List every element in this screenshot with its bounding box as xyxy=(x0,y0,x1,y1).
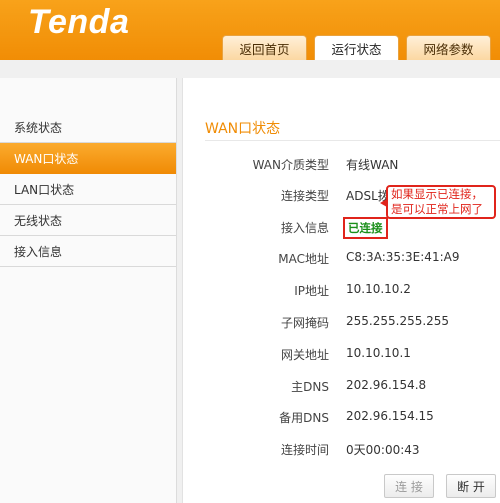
info-row-uptime: 连接时间 0天00:00:43 xyxy=(183,439,500,459)
row-value: 0天00:00:43 xyxy=(346,443,420,457)
info-row-wan-media: WAN介质类型 有线WAN xyxy=(183,154,500,174)
disconnect-button[interactable]: 断 开 xyxy=(446,474,496,498)
row-label: 网关地址 xyxy=(280,348,329,362)
annotation-line-2: 是可以正常上网了 xyxy=(391,202,483,216)
top-nav-tabs: 返回首页 运行状态 网络参数 xyxy=(222,35,491,60)
sidebar-item-system-status[interactable]: 系统状态 xyxy=(0,112,176,143)
row-value: C8:3A:35:3E:41:A9 xyxy=(346,250,460,264)
row-value: 202.96.154.15 xyxy=(346,409,434,423)
connect-button[interactable]: 连 接 xyxy=(384,474,434,498)
info-row-mac: MAC地址 C8:3A:35:3E:41:A9 xyxy=(183,248,500,268)
sidebar-item-wan-status[interactable]: WAN口状态 xyxy=(0,143,176,174)
panel-title: WAN口状态 xyxy=(205,121,281,137)
row-value: 10.10.10.2 xyxy=(346,282,411,296)
row-value: 255.255.255.255 xyxy=(346,314,450,328)
row-label: 连接类型 xyxy=(280,189,329,203)
row-label: 主DNS xyxy=(291,380,329,394)
row-label: MAC地址 xyxy=(278,252,329,266)
row-label: 备用DNS xyxy=(279,411,329,425)
row-value: 10.10.10.1 xyxy=(346,346,411,360)
info-row-access-info: 接入信息 已连接 xyxy=(183,217,500,239)
info-row-ip: IP地址 10.10.10.2 xyxy=(183,280,500,300)
info-row-gateway: 网关地址 10.10.10.1 xyxy=(183,344,500,364)
sidebar-item-wireless-status[interactable]: 无线状态 xyxy=(0,205,176,236)
row-value: 有线WAN xyxy=(346,158,399,172)
row-label: IP地址 xyxy=(294,284,329,298)
info-row-primary-dns: 主DNS 202.96.154.8 xyxy=(183,376,500,396)
annotation-callout: 如果显示已连接， 是可以正常上网了 xyxy=(386,185,496,219)
header-bar: Tenda 返回首页 运行状态 网络参数 xyxy=(0,0,500,60)
annotation-line-1: 如果显示已连接， xyxy=(391,187,483,201)
info-row-backup-dns: 备用DNS 202.96.154.15 xyxy=(183,407,500,427)
tab-network-params[interactable]: 网络参数 xyxy=(406,35,491,60)
info-row-subnet: 子网掩码 255.255.255.255 xyxy=(183,312,500,332)
title-divider xyxy=(205,140,500,141)
row-label: 连接时间 xyxy=(280,443,329,457)
tab-running-status[interactable]: 运行状态 xyxy=(314,35,399,60)
tab-home[interactable]: 返回首页 xyxy=(222,35,307,60)
row-value: 202.96.154.8 xyxy=(346,378,427,392)
tenda-logo: Tenda xyxy=(28,3,130,41)
sidebar-item-access-info[interactable]: 接入信息 xyxy=(0,236,176,267)
sidebar-item-lan-status[interactable]: LAN口状态 xyxy=(0,174,176,205)
sidebar: 系统状态 WAN口状态 LAN口状态 无线状态 接入信息 xyxy=(0,78,177,503)
row-label: 接入信息 xyxy=(280,221,329,235)
row-label: WAN介质类型 xyxy=(252,158,329,172)
wan-status-panel: WAN口状态 WAN介质类型 有线WAN 连接类型 ADSL拨号 接入信息 已连… xyxy=(182,78,500,503)
connected-status-badge: 已连接 xyxy=(343,217,388,239)
row-label: 子网掩码 xyxy=(280,316,329,330)
